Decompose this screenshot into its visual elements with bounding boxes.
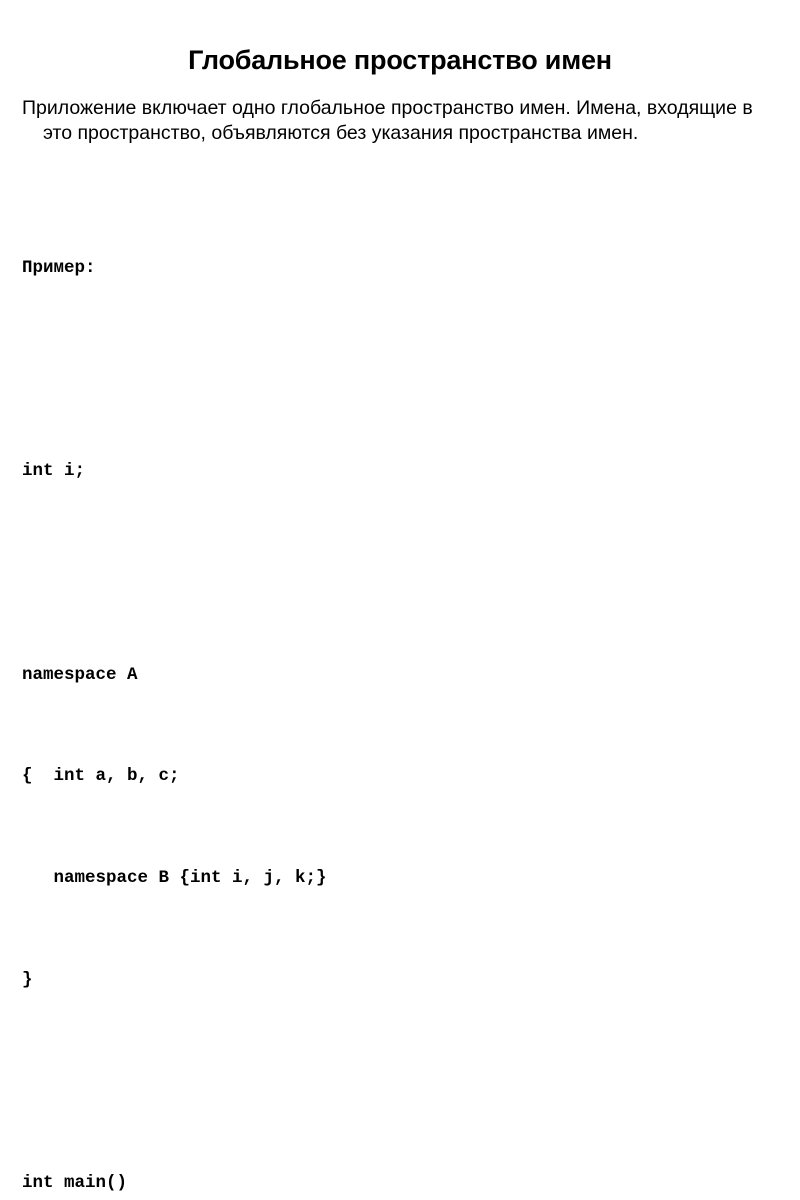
code-line-int-i: int i; <box>22 461 86 482</box>
page-title: Глобальное пространство имен <box>188 45 612 76</box>
code-block: Пример: int i; namespace A { int a, b, c… <box>22 180 782 1200</box>
code-line-int-main: int main() <box>22 1172 128 1193</box>
code-line-spacer <box>22 1069 782 1094</box>
code-line-spacer <box>22 561 782 586</box>
slide-canvas: Глобальное пространство имен Приложение … <box>0 0 800 1193</box>
code-line-namespace-a-close: } <box>22 969 33 990</box>
code-line-example-label: Пример: <box>22 258 96 279</box>
body-paragraph: Приложение включает одно глобальное прос… <box>22 96 753 145</box>
code-line-namespace-a-open: { int a, b, c; <box>22 766 180 787</box>
code-line-spacer <box>22 358 782 383</box>
code-line-namespace-b: namespace B {int i, j, k;} <box>22 867 327 888</box>
code-line-namespace-a: namespace A <box>22 664 138 685</box>
